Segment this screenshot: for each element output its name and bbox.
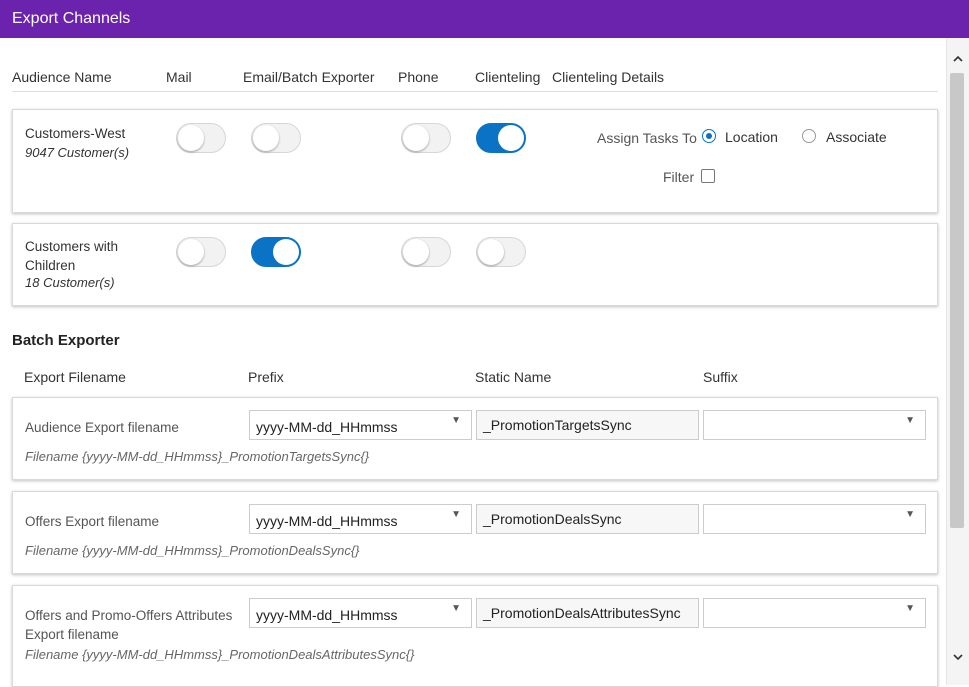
col-mail: Mail <box>166 69 192 85</box>
filename-preview: Filename {yyyy-MM-dd_HHmmss}_PromotionDe… <box>25 543 360 558</box>
clienteling-toggle[interactable] <box>476 123 526 153</box>
batch-exporter-title: Batch Exporter <box>12 332 120 349</box>
assign-tasks-label: Assign Tasks To <box>597 130 697 146</box>
audience-name-line1: Customers with <box>25 239 119 254</box>
export-row-offers-attributes: Offers and Promo-Offers Attributes Expor… <box>12 585 938 687</box>
export-row-label-line1: Offers and Promo-Offers Attributes <box>25 608 233 623</box>
export-row-offers: Offers Export filename yyyy-MM-dd_HHmmss… <box>12 491 938 574</box>
email-batch-toggle[interactable] <box>251 123 301 153</box>
caret-down-icon: ▼ <box>905 415 915 426</box>
prefix-select[interactable]: yyyy-MM-dd_HHmmss ▼ <box>249 410 472 440</box>
vertical-scrollbar[interactable] <box>946 38 969 685</box>
prefix-value: yyyy-MM-dd_HHmmss <box>256 419 398 435</box>
associate-radio-label[interactable]: Associate <box>826 129 887 145</box>
audience-count: 9047 Customer(s) <box>25 145 130 160</box>
toggle-knob <box>403 125 429 151</box>
toggle-knob <box>478 239 504 265</box>
location-radio[interactable] <box>702 129 716 143</box>
caret-down-icon: ▼ <box>451 415 461 426</box>
prefix-value: yyyy-MM-dd_HHmmss <box>256 607 398 623</box>
phone-toggle[interactable] <box>401 123 451 153</box>
clienteling-toggle[interactable] <box>476 237 526 267</box>
caret-down-icon: ▼ <box>451 603 461 614</box>
caret-down-icon: ▼ <box>905 603 915 614</box>
toggle-knob <box>178 239 204 265</box>
email-batch-toggle[interactable] <box>251 237 301 267</box>
main-content: Audience Name Mail Email/Batch Exporter … <box>0 38 947 687</box>
associate-radio[interactable] <box>802 129 816 143</box>
audience-name: Customers-West <box>25 126 126 141</box>
col-suffix: Suffix <box>703 369 738 385</box>
filter-checkbox[interactable] <box>701 169 715 183</box>
phone-toggle[interactable] <box>401 237 451 267</box>
scrollbar-thumb[interactable] <box>950 73 964 528</box>
filter-label: Filter <box>663 169 695 185</box>
col-phone: Phone <box>398 69 439 85</box>
col-export-filename: Export Filename <box>24 369 126 385</box>
filename-preview: Filename {yyyy-MM-dd_HHmmss}_PromotionTa… <box>25 449 370 464</box>
static-name-value: _PromotionTargetsSync <box>483 417 632 433</box>
toggle-knob <box>178 125 204 151</box>
static-name-input[interactable]: _PromotionDealsAttributesSync <box>476 598 699 628</box>
toggle-knob <box>273 239 299 265</box>
col-email-batch: Email/Batch Exporter <box>243 69 375 85</box>
prefix-value: yyyy-MM-dd_HHmmss <box>256 513 398 529</box>
col-audience-name: Audience Name <box>12 69 112 85</box>
audience-name-line2: Children <box>25 258 76 273</box>
location-radio-label[interactable]: Location <box>725 129 778 145</box>
export-row-audience: Audience Export filename yyyy-MM-dd_HHmm… <box>12 397 938 480</box>
chevron-down-icon[interactable] <box>951 651 965 665</box>
mail-toggle[interactable] <box>176 123 226 153</box>
filename-preview: Filename {yyyy-MM-dd_HHmmss}_PromotionDe… <box>25 647 415 662</box>
caret-down-icon: ▼ <box>905 509 915 520</box>
static-name-input[interactable]: _PromotionDealsSync <box>476 504 699 534</box>
export-row-label-line2: Export filename <box>25 627 119 642</box>
page-header: Export Channels <box>0 0 969 38</box>
chevron-up-icon[interactable] <box>951 53 965 67</box>
suffix-select[interactable]: ▼ <box>703 410 926 440</box>
toggle-knob <box>498 125 524 151</box>
toggle-knob <box>403 239 429 265</box>
caret-down-icon: ▼ <box>451 509 461 520</box>
audience-card-customers-with-children: Customers with Children 18 Customer(s) <box>12 223 938 306</box>
toggle-knob <box>253 125 279 151</box>
export-row-label: Audience Export filename <box>25 420 179 435</box>
page-title: Export Channels <box>12 10 131 27</box>
suffix-select[interactable]: ▼ <box>703 504 926 534</box>
audience-count: 18 Customer(s) <box>25 275 115 290</box>
suffix-select[interactable]: ▼ <box>703 598 926 628</box>
col-static-name: Static Name <box>475 369 552 385</box>
static-name-value: _PromotionDealsSync <box>483 511 622 527</box>
prefix-select[interactable]: yyyy-MM-dd_HHmmss ▼ <box>249 504 472 534</box>
col-clienteling: Clienteling <box>475 69 541 85</box>
audience-card-customers-west: Customers-West 9047 Customer(s) Assign T… <box>12 109 938 213</box>
header-divider <box>12 91 938 92</box>
col-prefix: Prefix <box>248 369 284 385</box>
static-name-input[interactable]: _PromotionTargetsSync <box>476 410 699 440</box>
static-name-value: _PromotionDealsAttributesSync <box>483 605 681 621</box>
prefix-select[interactable]: yyyy-MM-dd_HHmmss ▼ <box>249 598 472 628</box>
mail-toggle[interactable] <box>176 237 226 267</box>
export-row-label: Offers Export filename <box>25 514 160 529</box>
col-clienteling-details: Clienteling Details <box>552 69 665 85</box>
